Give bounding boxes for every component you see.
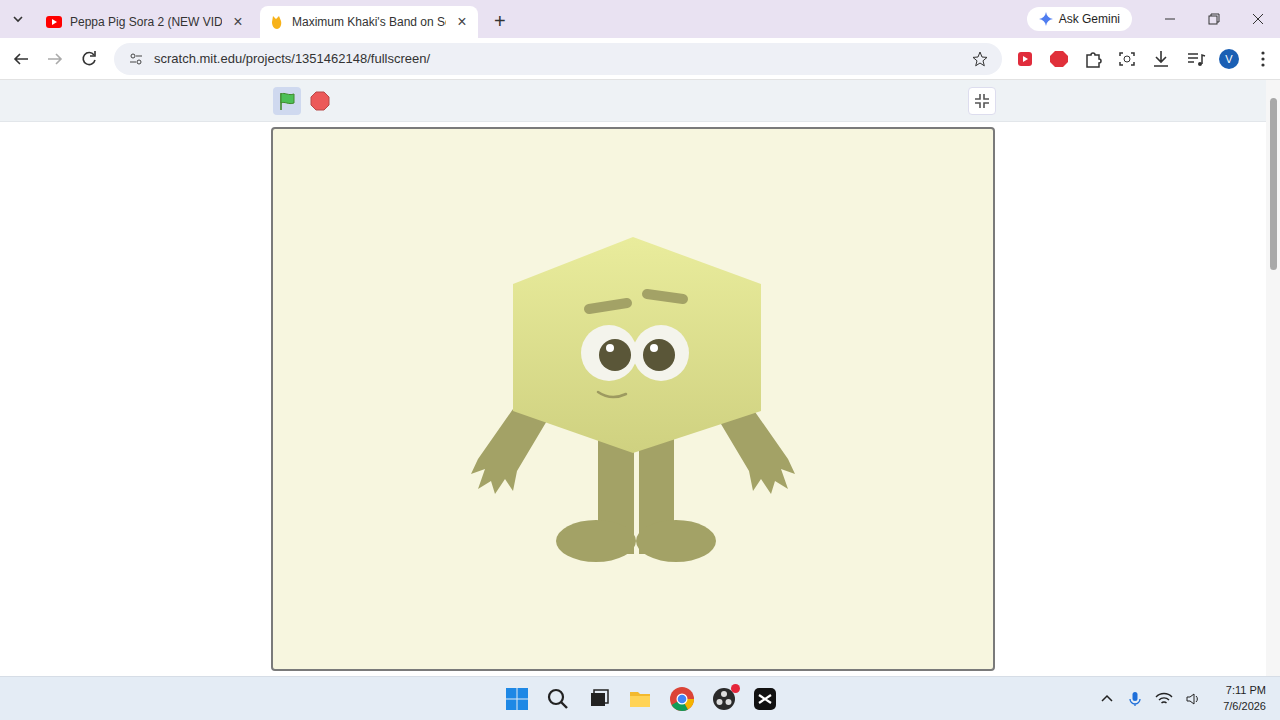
title-bar: Peppa Pig Sora 2 (NEW VIDEOS × Maximum K… — [0, 0, 1280, 38]
green-flag-icon — [277, 91, 297, 111]
tab-title: Peppa Pig Sora 2 (NEW VIDEOS — [70, 15, 222, 29]
forward-icon[interactable] — [38, 42, 72, 76]
exit-fullscreen-icon — [974, 93, 990, 109]
back-icon[interactable] — [4, 42, 38, 76]
system-tray: 7:11 PM 7/6/2026 — [1099, 683, 1266, 714]
menu-dots-icon[interactable] — [1246, 42, 1280, 76]
green-flag-button[interactable] — [273, 87, 301, 115]
file-explorer-icon[interactable] — [628, 687, 652, 711]
tab-close-button[interactable]: × — [454, 13, 470, 31]
tab-search-button[interactable] — [0, 0, 36, 38]
url-text: scratch.mit.edu/projects/1351462148/full… — [154, 51, 962, 66]
lens-icon[interactable] — [1110, 42, 1144, 76]
chevron-down-icon — [12, 13, 24, 25]
browser-tab[interactable]: Peppa Pig Sora 2 (NEW VIDEOS × — [36, 6, 254, 38]
toolbar: scratch.mit.edu/projects/1351462148/full… — [0, 38, 1280, 80]
screen: Peppa Pig Sora 2 (NEW VIDEOS × Maximum K… — [0, 0, 1280, 720]
notification-dot — [731, 684, 740, 693]
browser-tab[interactable]: Maximum Khaki's Band on Scra × — [260, 6, 478, 38]
clock[interactable]: 7:11 PM 7/6/2026 — [1223, 683, 1266, 714]
ask-gemini-button[interactable]: Ask Gemini — [1027, 7, 1132, 31]
capcut-icon[interactable] — [753, 687, 777, 711]
download-icon[interactable] — [1144, 42, 1178, 76]
new-tab-button[interactable]: + — [484, 6, 516, 38]
restore-icon[interactable] — [1192, 1, 1236, 37]
puzzle-icon[interactable] — [1076, 42, 1110, 76]
exit-fullscreen-button[interactable] — [968, 87, 996, 115]
ask-gemini-label: Ask Gemini — [1059, 12, 1120, 26]
red-extension-icon[interactable] — [1008, 42, 1042, 76]
task-view-icon[interactable] — [587, 687, 611, 711]
player-controls — [0, 80, 1266, 122]
media-control-icon[interactable] — [1178, 42, 1212, 76]
tab-title: Maximum Khaki's Band on Scra — [292, 15, 446, 29]
tab-close-button[interactable]: × — [230, 13, 246, 31]
extensions: V — [1008, 42, 1280, 76]
stop-icon[interactable] — [309, 90, 331, 112]
youtube-icon — [46, 16, 62, 28]
windows-start-icon[interactable] — [505, 687, 529, 711]
scrollbar[interactable] — [1266, 80, 1280, 676]
tab-strip: Peppa Pig Sora 2 (NEW VIDEOS × Maximum K… — [36, 6, 1027, 38]
adblock-icon[interactable] — [1042, 42, 1076, 76]
taskbar: 7:11 PM 7/6/2026 — [0, 676, 1280, 720]
reload-icon[interactable] — [72, 42, 106, 76]
chevron-up-icon[interactable] — [1099, 691, 1115, 707]
window-controls — [1148, 0, 1280, 38]
gemini-icon — [1039, 12, 1053, 26]
bookmark-star-icon[interactable] — [972, 51, 988, 67]
scratch-cat-icon — [270, 14, 284, 30]
microphone-icon[interactable] — [1127, 691, 1143, 707]
site-info-icon[interactable] — [128, 51, 144, 67]
minimize-icon[interactable] — [1148, 1, 1192, 37]
web-page — [0, 80, 1280, 676]
stage[interactable] — [271, 127, 995, 671]
scratch-player — [0, 80, 1266, 676]
hexagon-character[interactable] — [273, 129, 993, 669]
scrollbar-thumb[interactable] — [1270, 98, 1277, 270]
address-bar[interactable]: scratch.mit.edu/projects/1351462148/full… — [114, 43, 1002, 75]
wifi-icon[interactable] — [1155, 691, 1173, 707]
clock-time: 7:11 PM — [1226, 683, 1266, 698]
clock-date: 7/6/2026 — [1223, 699, 1266, 714]
speaker-icon[interactable] — [1185, 691, 1201, 707]
profile-avatar[interactable]: V — [1219, 49, 1239, 69]
chrome-icon[interactable] — [669, 686, 695, 712]
close-window-icon[interactable] — [1236, 1, 1280, 37]
search-icon[interactable] — [546, 687, 570, 711]
